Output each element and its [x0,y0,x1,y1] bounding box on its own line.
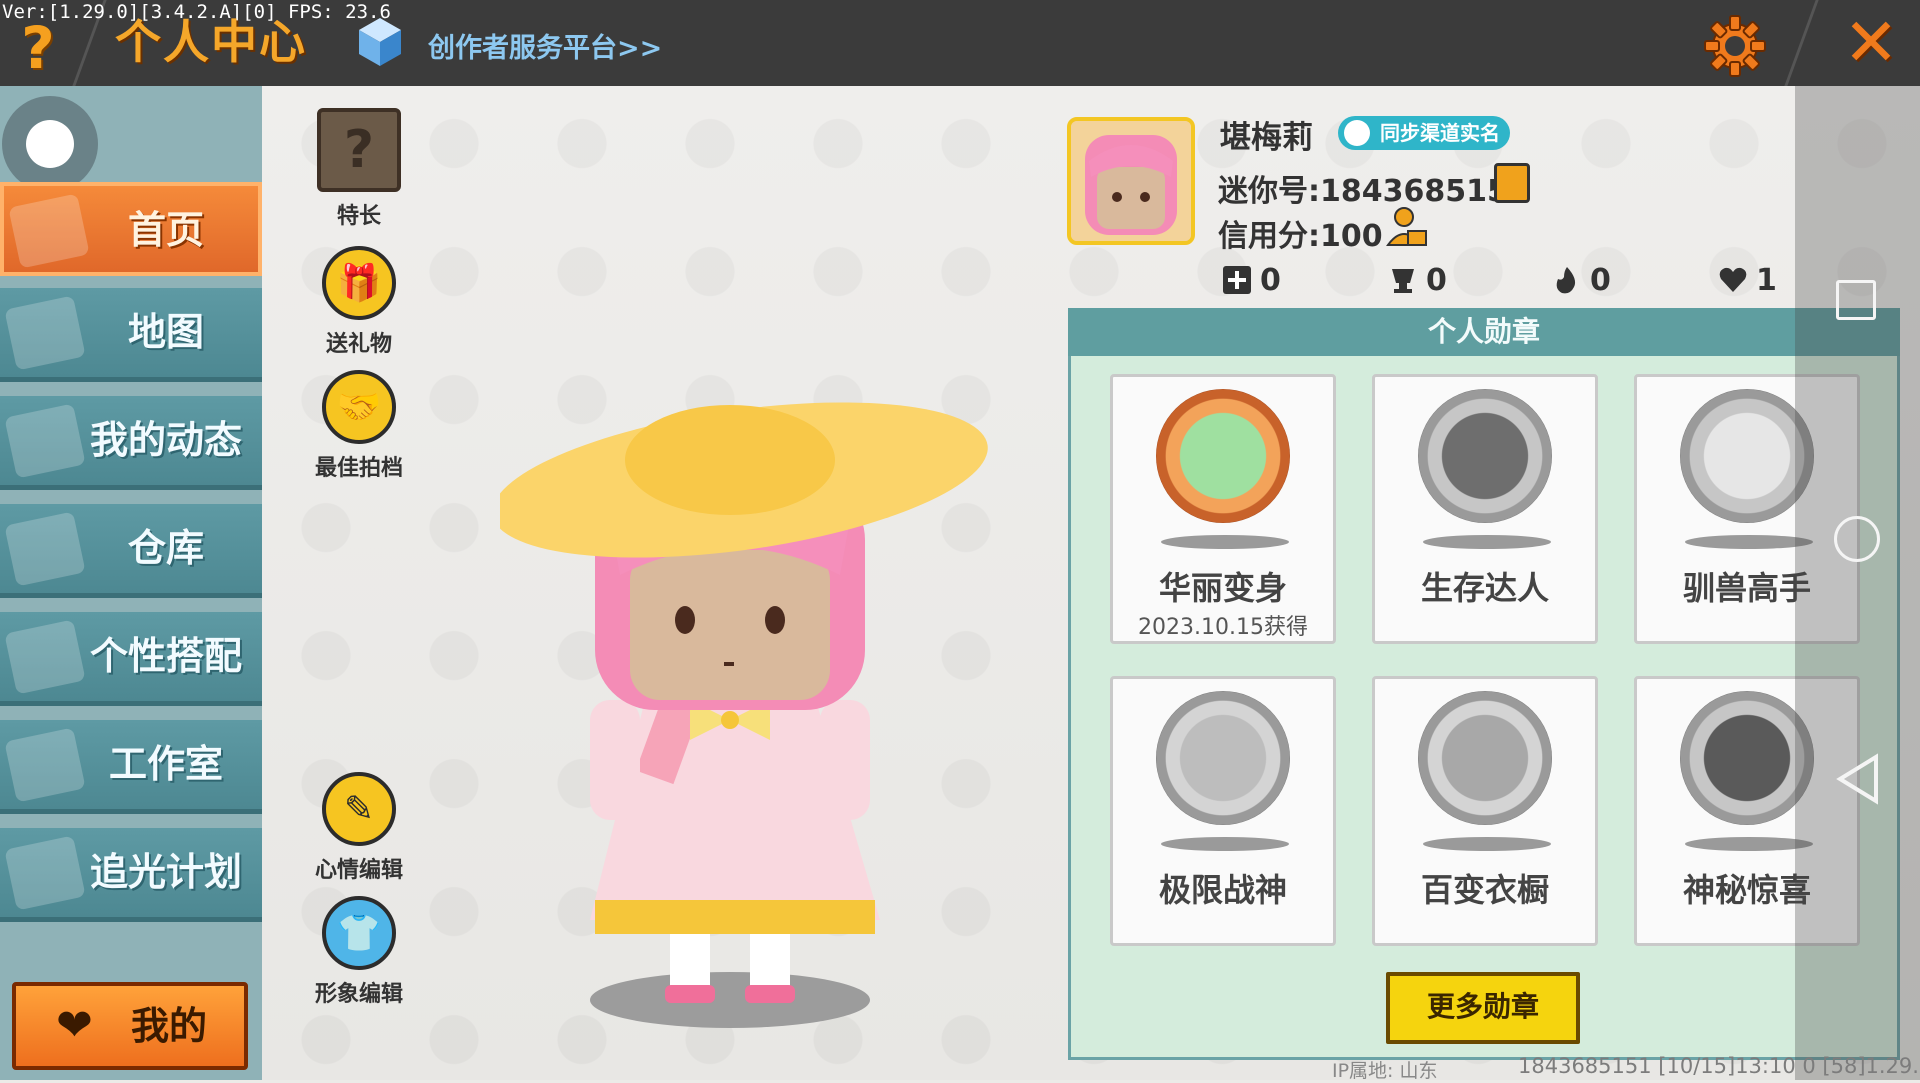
back-triangle-icon[interactable] [1836,753,1880,805]
page-title: 个人中心 [115,15,307,69]
copy-icon[interactable] [1494,163,1530,203]
home-circle-icon[interactable] [1834,516,1880,562]
medal-card[interactable]: 百变衣橱 [1372,676,1598,946]
profile-name: 堪梅莉 [1220,120,1313,156]
avatar-portrait [1071,121,1191,241]
plus-box-icon [1223,266,1251,294]
medal-name: 极限战神 [1158,871,1287,909]
question-block-icon: ? [317,108,401,192]
flame-icon [1556,267,1576,294]
sidebar-item-label: 工作室 [108,742,223,786]
heart-icon [1719,267,1747,292]
stat-value: 1 [1756,262,1777,298]
handshake-icon: 🤝 [322,370,396,444]
gift-label: 送礼物 [325,332,392,357]
avatar[interactable] [1067,117,1195,245]
medal-date: 2023.10.15获得 [1138,615,1308,640]
medals-header: 个人勋章 [1068,308,1900,356]
more-medals-button[interactable]: 更多勋章 [1386,972,1580,1044]
credit-person-icon[interactable] [1386,205,1428,247]
stat-value: 0 [1426,262,1447,298]
medal-survival-icon [1418,389,1552,523]
close-icon[interactable]: ✕ [1843,10,1899,76]
realname-sync-badge[interactable]: 同步渠道实名 [1338,116,1510,150]
mini-id: 迷你号:1843685151 [1218,174,1529,209]
medal-transform-icon [1156,389,1290,523]
best-partner-button[interactable]: 🤝 最佳拍档 [304,370,414,482]
sidebar-item-map[interactable]: 地图 [0,288,262,382]
stat-fans[interactable]: 0 [1388,262,1447,298]
gear-icon[interactable] [1703,14,1767,78]
player-character [500,402,988,1028]
sidebar-item-studio[interactable]: 工作室 [0,720,262,814]
creator-platform-link[interactable]: 创作者服务平台>> [428,26,662,65]
edit-icon: ✎ [322,772,396,846]
specialty-label: 特长 [336,204,381,229]
mine-button[interactable]: ❤ 我的 [12,982,248,1070]
image-edit-button[interactable]: 👕 形象编辑 [304,896,414,1008]
topbar-divider [1784,0,1819,86]
sidebar-item-storage[interactable]: 仓库 [0,504,262,598]
sidebar-item-activity[interactable]: 我的动态 [0,396,262,490]
stat-value: 0 [1590,262,1611,298]
ip-location: IP属地: 山东 [1332,1060,1438,1082]
medal-boss-icon [1156,691,1290,825]
stat-likes[interactable]: 1 [1718,262,1777,298]
mood-edit-label: 心情编辑 [314,858,403,883]
realname-badge-label: 同步渠道实名 [1380,121,1500,145]
medal-beast-tamer-icon [1680,389,1814,523]
medal-name: 百变衣橱 [1420,871,1549,909]
sidebar-item-home[interactable]: 首页 [0,182,262,276]
trophy-icon [1392,269,1414,293]
mood-edit-button[interactable]: ✎ 心情编辑 [304,772,414,884]
gift-button[interactable]: 🎁 送礼物 [304,246,414,358]
gift-icon: 🎁 [322,246,396,320]
help-icon[interactable]: ? [14,18,62,78]
cube-icon[interactable] [357,16,403,68]
medal-card[interactable]: 生存达人 [1372,374,1598,644]
system-nav-bar [1795,86,1920,1080]
recent-apps-icon[interactable] [1836,280,1876,320]
sidebar-item-label: 首页 [127,208,204,252]
medal-surprise-icon [1680,691,1814,825]
sidebar-item-label: 我的动态 [89,418,242,462]
floating-assist-button[interactable] [2,96,98,192]
stat-add-friend[interactable]: 0 [1222,262,1281,298]
medal-name: 生存达人 [1420,569,1549,607]
mine-label: 我的 [131,1004,208,1048]
credit-score: 信用分:100 [1218,219,1383,254]
image-edit-label: 形象编辑 [314,982,403,1007]
stat-value: 0 [1260,262,1281,298]
sidebar-item-chase-light[interactable]: 追光计划 [0,828,262,922]
specialty-button[interactable]: ? 特长 [304,108,414,230]
shirt-icon: 👕 [322,896,396,970]
best-partner-label: 最佳拍档 [314,456,403,481]
sidebar-item-label: 仓库 [127,526,204,570]
footer-info: 1843685151 [10/15]13:10 0 [58]1.29.0 [1518,1054,1920,1078]
medal-wardrobe-icon [1418,691,1552,825]
person-icon [1344,120,1370,146]
sidebar-item-label: 地图 [127,310,204,354]
sidebar-item-label: 追光计划 [89,850,242,894]
heart-icon: ❤ [56,1000,93,1051]
sidebar-item-label: 个性搭配 [89,634,242,678]
medal-card[interactable]: 华丽变身 2023.10.15获得 [1110,374,1336,644]
stat-popularity[interactable]: 0 [1552,262,1611,298]
medal-name: 华丽变身 [1158,569,1287,607]
medal-card[interactable]: 极限战神 [1110,676,1336,946]
sidebar-item-outfit[interactable]: 个性搭配 [0,612,262,706]
